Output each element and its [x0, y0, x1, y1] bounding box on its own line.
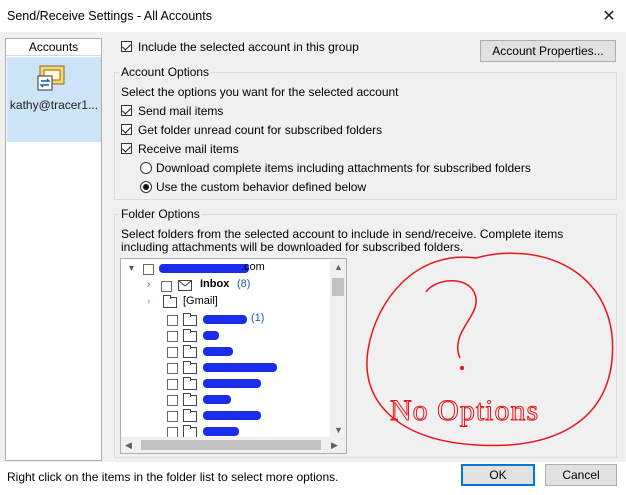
ok-button[interactable]: OK: [461, 464, 535, 486]
account-label: kathy@tracer1...: [9, 98, 99, 112]
folder-checkbox[interactable]: [167, 395, 178, 406]
redacted-folder: [203, 331, 219, 340]
send-mail-label: Send mail items: [138, 104, 224, 118]
folder-icon: [183, 393, 197, 406]
vertical-scroll-thumb[interactable]: [332, 278, 344, 296]
folder-checkbox[interactable]: [167, 411, 178, 422]
folder-checkbox[interactable]: [167, 347, 178, 358]
redacted-folder: [203, 427, 239, 436]
folder-checkbox[interactable]: [167, 331, 178, 342]
folder-checkbox[interactable]: [167, 363, 178, 374]
folder-checkbox[interactable]: [167, 315, 178, 326]
receive-mail-label: Receive mail items: [138, 142, 239, 156]
redacted-folder: [203, 395, 231, 404]
download-complete-radio[interactable]: [140, 162, 152, 174]
account-options-instruction: Select the options you want for the sele…: [121, 85, 399, 99]
folder-icon: [183, 329, 197, 342]
custom-behavior-label: Use the custom behavior defined below: [156, 180, 367, 194]
folder-icon: [183, 377, 197, 390]
folder-icon: [183, 361, 197, 374]
folder-icon: [183, 409, 197, 422]
annotation-drawing: No Options: [366, 252, 614, 447]
root-checkbox[interactable]: [143, 264, 154, 275]
custom-behavior-radio[interactable]: [140, 181, 152, 193]
title-bar: Send/Receive Settings - All Accounts ✕: [0, 0, 626, 33]
account-properties-button[interactable]: Account Properties...: [480, 40, 616, 62]
vertical-scrollbar[interactable]: ▲ ▼: [330, 259, 346, 437]
inbox-checkbox[interactable]: [161, 281, 172, 292]
account-sync-icon: [37, 65, 65, 91]
account-item[interactable]: kathy@tracer1...: [7, 57, 101, 142]
folder-icon: [183, 313, 197, 326]
redacted-folder: [203, 363, 277, 372]
send-mail-checkbox[interactable]: [121, 105, 132, 116]
accounts-header: Accounts: [6, 39, 101, 56]
expand-icon[interactable]: ›: [147, 296, 150, 307]
inbox-count: (8): [237, 278, 251, 290]
mail-icon: [178, 280, 192, 291]
folder-options-title: Folder Options: [119, 207, 202, 221]
expand-icon[interactable]: ›: [147, 279, 150, 290]
get-unread-label: Get folder unread count for subscribed f…: [138, 123, 383, 137]
footer-hint: Right click on the items in the folder l…: [7, 470, 339, 484]
folder-tree[interactable]: ▾ .com › Inbox (8) › [Gmail] (1) ▲ ▼ ◀ ▶: [120, 258, 347, 454]
horizontal-scroll-thumb[interactable]: [141, 440, 321, 450]
cancel-button[interactable]: Cancel: [545, 464, 617, 486]
close-icon[interactable]: ✕: [592, 0, 626, 32]
redacted-folder: [203, 411, 261, 420]
folder-icon: [163, 295, 177, 308]
inbox-label: Inbox: [200, 278, 230, 290]
window-title: Send/Receive Settings - All Accounts: [7, 9, 212, 23]
account-options-title: Account Options: [119, 65, 212, 79]
scroll-down-icon[interactable]: ▼: [334, 425, 343, 435]
folder-count: (1): [251, 312, 265, 324]
annotation-text: No Options: [390, 394, 539, 427]
download-complete-label: Download complete items including attach…: [156, 161, 531, 175]
gmail-label: [Gmail]: [183, 295, 218, 307]
include-account-label: Include the selected account in this gro…: [138, 40, 359, 54]
root-suffix: .com: [241, 261, 265, 273]
get-unread-checkbox[interactable]: [121, 124, 132, 135]
folder-checkbox[interactable]: [167, 379, 178, 390]
include-account-checkbox[interactable]: [121, 41, 132, 52]
scroll-up-icon[interactable]: ▲: [334, 262, 343, 272]
receive-mail-checkbox[interactable]: [121, 143, 132, 154]
scroll-left-icon[interactable]: ◀: [125, 440, 132, 451]
scroll-right-icon[interactable]: ▶: [331, 440, 338, 451]
redacted-folder: [203, 315, 247, 324]
redacted-folder: [203, 347, 233, 356]
folder-icon: [183, 345, 197, 358]
collapse-icon[interactable]: ▾: [129, 263, 134, 274]
horizontal-scrollbar[interactable]: ◀ ▶: [121, 437, 346, 453]
accounts-list[interactable]: Accounts kathy@tracer1...: [5, 38, 102, 461]
redacted-folder: [203, 379, 261, 388]
redacted-account: [159, 264, 249, 273]
